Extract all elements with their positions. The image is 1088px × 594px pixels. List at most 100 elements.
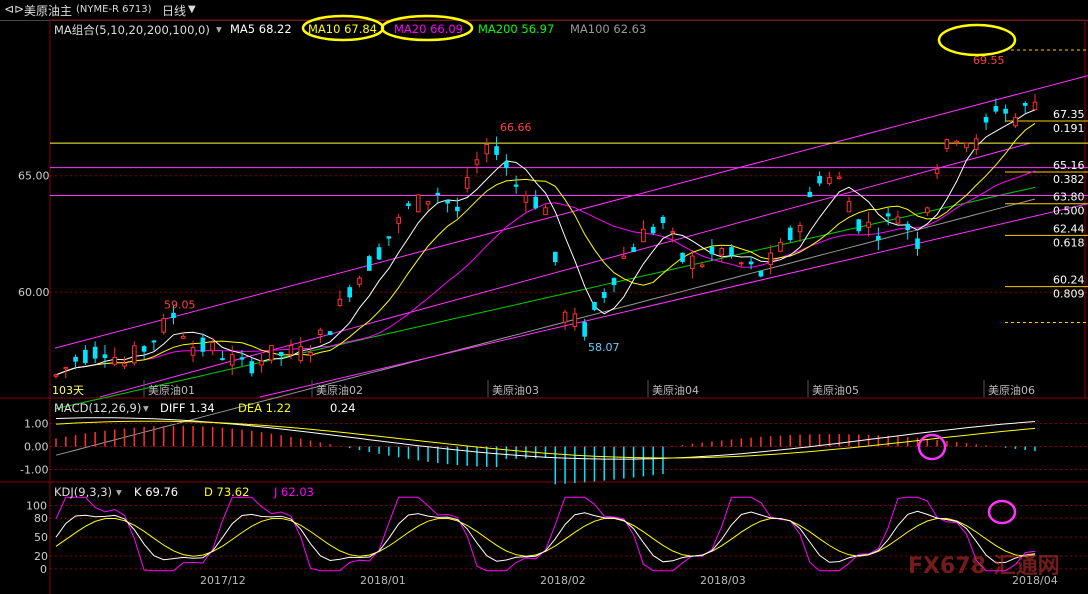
candle-body <box>474 159 480 165</box>
candle-body <box>298 346 304 362</box>
candle-body <box>513 184 519 187</box>
candle-body <box>132 345 137 364</box>
y-tick-label: 80 <box>34 512 48 525</box>
candle-body <box>161 318 166 333</box>
fib-price: 67.35 <box>1053 108 1085 121</box>
ma100-value: MA100 62.63 <box>570 22 647 36</box>
candle-body <box>866 221 871 228</box>
y-tick-label: 0 <box>40 563 47 576</box>
candle-body <box>151 340 157 343</box>
candle-body <box>621 255 627 259</box>
candle-body <box>827 177 832 184</box>
candle-body <box>592 302 597 310</box>
fib-price: 62.44 <box>1053 222 1085 235</box>
x-tick-label: 美原油01 <box>148 383 195 397</box>
y-tick-label: 100 <box>26 500 47 513</box>
candle-body <box>141 346 147 352</box>
candle-body <box>327 331 333 335</box>
candle-body <box>171 312 176 319</box>
candle-body <box>601 292 607 298</box>
candle-body <box>787 227 793 241</box>
candle-body <box>210 341 215 352</box>
candle-body <box>807 191 813 198</box>
candle-body <box>386 236 392 239</box>
candle-body <box>425 201 431 205</box>
candle-body <box>73 356 78 362</box>
candle-body <box>611 277 617 286</box>
candle-body <box>102 354 108 359</box>
candle-body <box>543 207 548 216</box>
kdj-header-arrow[interactable]: ▾ <box>116 485 122 499</box>
candle-body <box>631 247 636 252</box>
x-tick-label-date: 2017/12 <box>200 574 246 587</box>
candle-body <box>660 216 666 223</box>
kdj-k: K 69.76 <box>134 485 179 499</box>
candle-body <box>846 201 852 213</box>
candle-body <box>523 195 529 203</box>
candle-body <box>318 329 323 335</box>
price-annotation: 59.05 <box>164 298 196 311</box>
candle-body <box>680 252 685 262</box>
macd-header-label: MACD(12,26,9) <box>54 401 142 415</box>
candle-body <box>366 256 372 271</box>
main-pane-frame <box>49 19 1086 399</box>
candle-body <box>396 216 401 224</box>
candle-body <box>699 264 705 268</box>
macd-value: 0.24 <box>330 401 356 415</box>
candle-body <box>112 356 118 365</box>
candle-body <box>200 337 206 352</box>
candle-body <box>406 203 411 206</box>
candle-body <box>582 322 587 337</box>
watermark: FX678 汇通网 <box>908 554 1060 579</box>
y-tick-label: 50 <box>34 531 48 544</box>
channel-mid <box>99 142 1031 398</box>
candle-body <box>719 247 725 256</box>
macd-diff: DIFF 1.34 <box>160 401 215 415</box>
candle-body <box>954 140 959 144</box>
price-annotation: 58.07 <box>588 341 620 354</box>
candle-body <box>739 262 744 265</box>
y-tick-label: 1.00 <box>24 418 49 431</box>
ma-header-arrow[interactable]: ▾ <box>216 22 222 36</box>
ma5-value: MA5 68.22 <box>230 22 292 36</box>
candle-body <box>915 238 920 249</box>
fib-price: 65.16 <box>1053 159 1085 172</box>
highlight-ellipse <box>937 23 1017 57</box>
candle-body <box>269 345 274 361</box>
candle-body <box>190 347 196 356</box>
x-tick-label: 美原油03 <box>492 383 539 397</box>
candle-body <box>504 161 509 169</box>
candle-body <box>552 251 558 263</box>
candle-body <box>239 357 245 360</box>
candle-body <box>1022 102 1028 106</box>
candle-body <box>973 138 979 150</box>
y-tick-label: 20 <box>34 550 48 563</box>
candle-body <box>455 206 460 212</box>
candle-body <box>748 261 754 265</box>
y-tick-label: 60.00 <box>18 286 50 299</box>
candle-body <box>572 313 578 328</box>
x-tick-label-date: 2018/01 <box>360 574 406 587</box>
candle-body <box>885 213 891 217</box>
y-tick-label: 65.00 <box>18 170 50 183</box>
candle-body <box>249 361 255 374</box>
candle-body <box>797 224 803 233</box>
macd-header-arrow[interactable]: ▾ <box>143 401 149 415</box>
candle-body <box>758 270 764 277</box>
candle-body <box>484 144 490 155</box>
candle-body <box>856 219 862 232</box>
candle-body <box>983 116 989 123</box>
fib-price: 60.24 <box>1053 274 1085 287</box>
candle-body <box>347 287 352 298</box>
candle-body <box>1013 117 1018 127</box>
ma10-value: MA10 67.84 <box>308 22 377 36</box>
candle-body <box>92 346 98 359</box>
ma200-value: MA200 56.97 <box>478 22 555 36</box>
candle-body <box>337 298 343 306</box>
candle-body <box>83 349 88 364</box>
candle-body <box>53 374 59 377</box>
x-tick-label: 美原油02 <box>316 383 363 397</box>
candle-body <box>944 139 950 149</box>
candle-body <box>229 354 235 366</box>
kdj-header-label: KDJ(9,3,3) <box>54 485 113 499</box>
